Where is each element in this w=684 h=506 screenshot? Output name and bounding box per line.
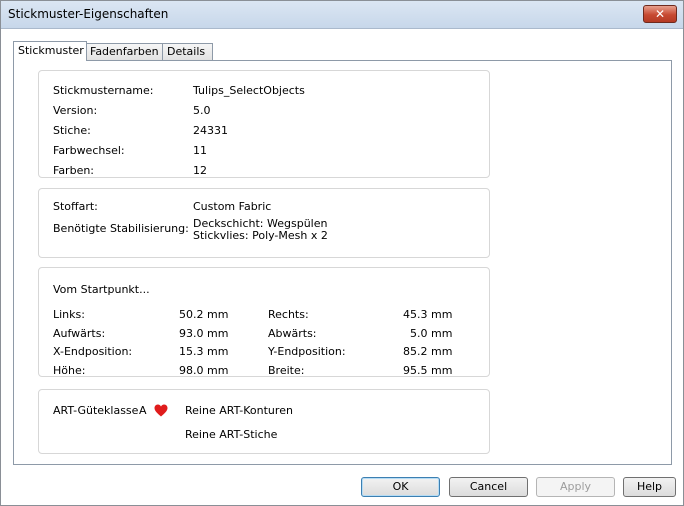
right-value: 45.3 mm <box>403 308 453 321</box>
stitches-value: 24331 <box>193 124 228 137</box>
height-value: 98.0 mm <box>179 364 229 377</box>
left-label: Links: <box>53 308 85 321</box>
start-point-group: Vom Startpunkt... Links: 50.2 mm Rechts:… <box>38 267 490 377</box>
colors-value: 12 <box>193 164 207 177</box>
help-button[interactable]: Help <box>623 477 676 497</box>
color-changes-label: Farbwechsel: <box>53 144 125 157</box>
width-label: Breite: <box>268 364 305 377</box>
y-end-label: Y-Endposition: <box>268 345 346 358</box>
tab-panel-stickmuster: Stickmustername: Tulips_SelectObjects Ve… <box>13 60 672 465</box>
window-title: Stickmuster-Eigenschaften <box>8 7 169 21</box>
dialog-button-bar: OK Cancel Apply Help <box>1 468 683 505</box>
down-value: 5.0 mm <box>410 327 453 340</box>
ok-button[interactable]: OK <box>361 477 440 497</box>
x-end-value: 15.3 mm <box>179 345 229 358</box>
up-label: Aufwärts: <box>53 327 106 340</box>
apply-button[interactable]: Apply <box>536 477 615 497</box>
art-outlines-text: Reine ART-Konturen <box>185 404 293 417</box>
colors-label: Farben: <box>53 164 95 177</box>
heart-icon <box>154 404 168 417</box>
close-button[interactable]: ✕ <box>643 5 677 23</box>
tab-details[interactable]: Details <box>162 43 213 60</box>
start-point-heading: Vom Startpunkt... <box>53 283 150 296</box>
design-name-value: Tulips_SelectObjects <box>193 84 305 97</box>
stabilization-label: Benötigte Stabilisierung: <box>53 222 189 235</box>
art-quality-label: ART-Güteklasse <box>53 404 139 417</box>
height-label: Höhe: <box>53 364 86 377</box>
properties-dialog: Stickmuster-Eigenschaften ✕ Stickmuster … <box>0 0 684 506</box>
art-quality-grade: A <box>139 404 147 417</box>
color-changes-value: 11 <box>193 144 207 157</box>
stitches-label: Stiche: <box>53 124 91 137</box>
fabric-value: Custom Fabric <box>193 200 272 213</box>
cancel-button[interactable]: Cancel <box>449 477 528 497</box>
left-value: 50.2 mm <box>179 308 229 321</box>
x-end-label: X-Endposition: <box>53 345 133 358</box>
right-label: Rechts: <box>268 308 309 321</box>
version-value: 5.0 <box>193 104 211 117</box>
down-label: Abwärts: <box>268 327 317 340</box>
fabric-group: Stoffart: Custom Fabric Benötigte Stabil… <box>38 188 490 258</box>
tab-fadenfarben[interactable]: Fadenfarben <box>85 43 164 60</box>
up-value: 93.0 mm <box>179 327 229 340</box>
fabric-label: Stoffart: <box>53 200 98 213</box>
art-quality-group: ART-Güteklasse A Reine ART-Konturen Rein… <box>38 389 490 454</box>
stabilization-backing: Stickvlies: Poly-Mesh x 2 <box>193 229 328 242</box>
y-end-value: 85.2 mm <box>403 345 453 358</box>
title-bar: Stickmuster-Eigenschaften ✕ <box>1 1 683 29</box>
design-name-label: Stickmustername: <box>53 84 154 97</box>
width-value: 95.5 mm <box>403 364 453 377</box>
version-label: Version: <box>53 104 98 117</box>
tab-stickmuster[interactable]: Stickmuster <box>13 41 87 61</box>
art-stitches-text: Reine ART-Stiche <box>185 428 278 441</box>
general-info-group: Stickmustername: Tulips_SelectObjects Ve… <box>38 70 490 178</box>
